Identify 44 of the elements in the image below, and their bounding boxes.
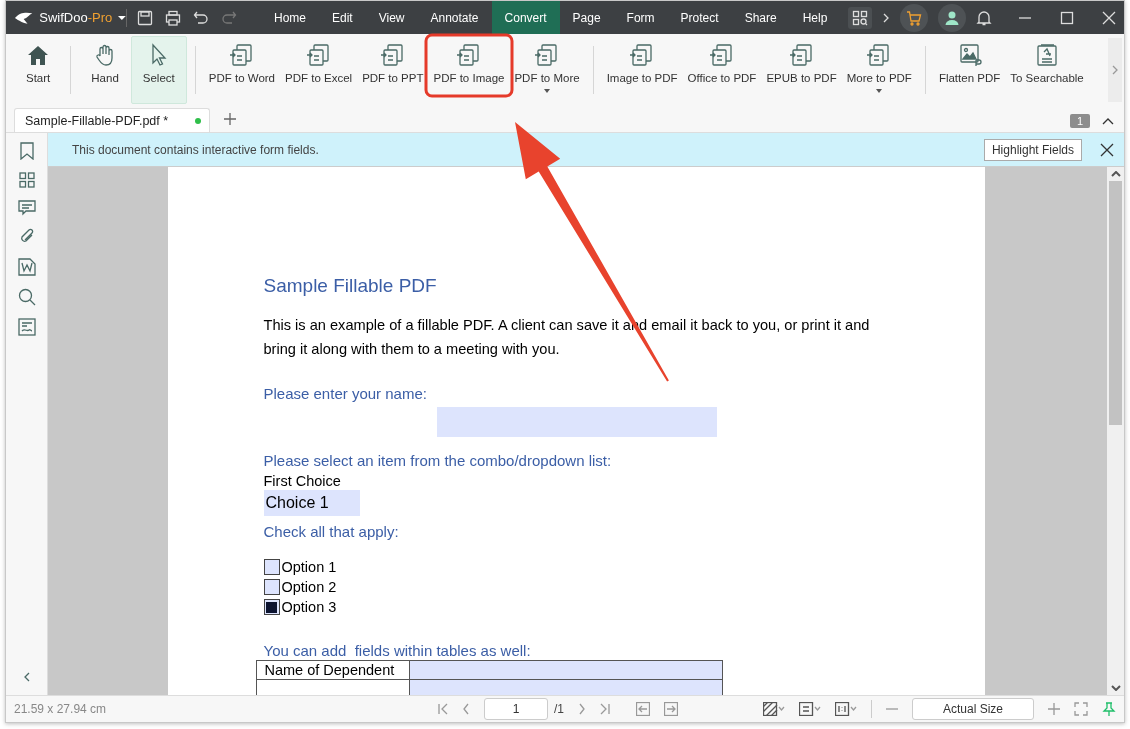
page-number-field[interactable]: 1 [484, 698, 548, 720]
notice-text: This document contains interactive form fields. [72, 142, 320, 157]
field-label: First Choice [263, 473, 342, 489]
document-tab[interactable]: Sample-Fillable-PDF.pdf * [14, 108, 210, 132]
menu-tab[interactable]: Help [789, 1, 841, 34]
checkbox-label: Option 2 [281, 579, 337, 595]
choice-field[interactable]: Choice 1 [263, 490, 360, 516]
ribbon-button[interactable]: Image to PDF [601, 36, 683, 104]
ribbon-button[interactable]: To Searchable [1005, 36, 1089, 104]
menu-tab[interactable]: View [365, 1, 418, 34]
ribbon-button[interactable]: PDF to More [509, 36, 585, 104]
menu-tab[interactable]: Share [731, 1, 790, 34]
ribbon-button[interactable]: Select [130, 36, 187, 104]
menu-tab[interactable]: Page [559, 1, 614, 34]
zoom-field[interactable]: Actual Size [912, 698, 1034, 720]
ribbon-button[interactable]: Flatten PDF [933, 36, 1006, 104]
ribbon-button[interactable]: PDF to Excel [280, 36, 358, 104]
app-title[interactable]: SwifDoo-Pro [39, 10, 113, 25]
ribbon-button[interactable]: Hand [79, 36, 131, 104]
ribbon-button[interactable]: EPUB to PDF [761, 36, 842, 104]
form-prompt: Check all that apply: [263, 523, 400, 540]
page-size-text: 21.59 x 27.94 cm [14, 702, 108, 716]
menu-tab[interactable]: Home [261, 1, 319, 34]
menu-tab[interactable]: Protect [667, 1, 732, 34]
ribbon-button[interactable]: More to PDF [841, 36, 917, 104]
form-prompt: You can add fields within tables as well: [263, 642, 532, 659]
table-cell: Name of Dependent [256, 660, 409, 680]
menu-tab[interactable]: Form [613, 1, 668, 34]
checkbox-label: Option 3 [281, 599, 337, 615]
page-total-text: /1 [554, 702, 564, 716]
ribbon-button[interactable]: PDF to Image [428, 36, 510, 104]
menu-tab[interactable]: Convert [491, 1, 560, 34]
menu-tab[interactable]: Annotate [417, 1, 492, 34]
tab-count-badge: 1 [1069, 114, 1090, 128]
form-prompt: Please select an item from the combo/dropdown list: [263, 452, 613, 469]
ribbon-button[interactable]: PDF to Word [203, 36, 280, 104]
ribbon-button[interactable]: Office to PDF [682, 36, 762, 104]
document-title: Sample Fillable PDF [263, 275, 438, 297]
ribbon-button[interactable]: PDF to PPT [357, 36, 429, 104]
form-prompt: Please enter your name: [263, 385, 428, 402]
checkbox-label: Option 1 [281, 559, 337, 575]
highlight-fields-button[interactable]: Highlight Fields [983, 138, 1082, 161]
menu-tab[interactable]: Edit [319, 1, 366, 34]
ribbon-button[interactable]: Start [14, 36, 63, 104]
